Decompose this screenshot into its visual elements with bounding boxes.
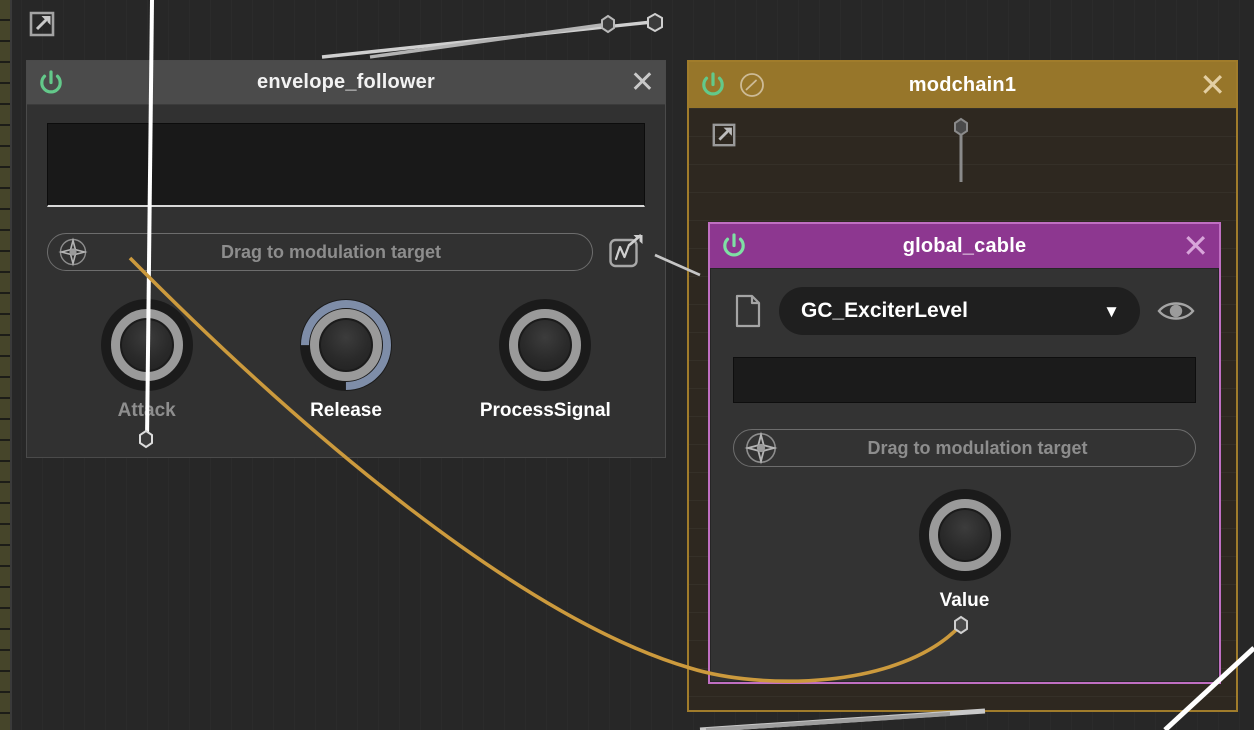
signal-cable-bottom [699, 708, 986, 730]
patch-canvas[interactable]: envelope_follower ✕ Drag to modulation t… [0, 0, 1254, 730]
panel-global-cable[interactable]: global_cable ✕ GC_ExciterLevel ▼ Drag to… [708, 222, 1221, 684]
eye-icon[interactable] [1156, 297, 1196, 325]
power-icon[interactable] [699, 71, 727, 99]
panel-modchain1[interactable]: modchain1 ✕ global_cable ✕ GC_ExciterLev… [687, 60, 1238, 712]
global-cable-select-row: GC_ExciterLevel ▼ [733, 287, 1196, 335]
envelope-follower-title: envelope_follower [257, 71, 435, 93]
external-link-icon[interactable] [28, 10, 56, 38]
modulation-target-icon[interactable] [58, 237, 88, 267]
modulation-dropzone[interactable]: Drag to modulation target [733, 429, 1196, 467]
knob-value-center [939, 510, 990, 560]
global-cable-title: global_cable [902, 234, 1027, 257]
external-link-icon[interactable] [711, 122, 737, 148]
knob-processsignal-dial[interactable] [499, 299, 592, 391]
parameter-select-value: GC_ExciterLevel [801, 299, 968, 322]
knob-processsignal-center [520, 320, 571, 370]
close-button[interactable]: ✕ [1182, 228, 1209, 264]
modulation-dropzone[interactable]: Drag to modulation target [47, 233, 593, 271]
parameter-select[interactable]: GC_ExciterLevel ▼ [779, 287, 1140, 335]
knob-processsignal[interactable]: ProcessSignal [446, 299, 645, 422]
panel-envelope-follower[interactable]: envelope_follower ✕ Drag to modulation t… [26, 60, 666, 458]
knob-attack[interactable]: Attack [47, 299, 246, 422]
knob-release-dial[interactable] [299, 299, 392, 391]
envelope-modulation-row: Drag to modulation target [47, 233, 645, 271]
knob-processsignal-label: ProcessSignal [479, 400, 611, 421]
global-cable-body: GC_ExciterLevel ▼ Drag to modulation tar… [710, 268, 1219, 682]
power-icon[interactable] [720, 232, 748, 260]
power-icon[interactable] [37, 69, 65, 97]
gauge-icon[interactable] [739, 72, 765, 98]
ruler-edge [10, 0, 12, 730]
modulation-curve-icon[interactable] [607, 233, 645, 271]
global-cable-scope-display [733, 357, 1196, 403]
signal-cable-top-a [321, 20, 653, 59]
modulation-dropzone-label: Drag to modulation target [221, 241, 441, 262]
close-button[interactable]: ✕ [630, 66, 655, 99]
knob-value-label: Value [939, 590, 990, 611]
document-icon[interactable] [733, 294, 763, 328]
knob-value-dial[interactable] [918, 489, 1011, 581]
port-top-a[interactable] [601, 14, 615, 34]
knob-value[interactable]: Value [733, 489, 1196, 612]
modchain1-header[interactable]: modchain1 ✕ [689, 62, 1236, 108]
global-cable-knob-row: Value [733, 489, 1196, 612]
knob-release[interactable]: Release [246, 299, 445, 422]
knob-attack-label: Attack [117, 400, 176, 421]
signal-cable-bottom-b [705, 712, 951, 730]
port-top-b[interactable] [647, 12, 663, 33]
knob-release-label: Release [310, 400, 382, 421]
global-cable-modulation-row: Drag to modulation target [733, 429, 1196, 467]
envelope-scope-display [47, 123, 645, 207]
knob-attack-dial[interactable] [100, 299, 193, 391]
knob-attack-center [121, 320, 172, 370]
close-button[interactable]: ✕ [1199, 67, 1226, 103]
chevron-down-icon[interactable]: ▼ [1103, 303, 1120, 320]
ruler-strip [0, 0, 10, 730]
envelope-knob-row: Attack Release ProcessSignal [47, 299, 645, 422]
modchain1-body: global_cable ✕ GC_ExciterLevel ▼ Drag to… [689, 108, 1236, 710]
envelope-follower-body: Drag to modulation target Attack Release… [27, 105, 665, 457]
modulation-dropzone-label: Drag to modulation target [867, 437, 1088, 458]
global-cable-header[interactable]: global_cable ✕ [710, 224, 1219, 268]
modulation-target-icon[interactable] [744, 431, 778, 465]
knob-release-center [320, 320, 371, 370]
modchain1-title: modchain1 [908, 73, 1017, 96]
signal-cable-top-b [369, 22, 609, 59]
envelope-follower-header[interactable]: envelope_follower ✕ [27, 61, 665, 105]
